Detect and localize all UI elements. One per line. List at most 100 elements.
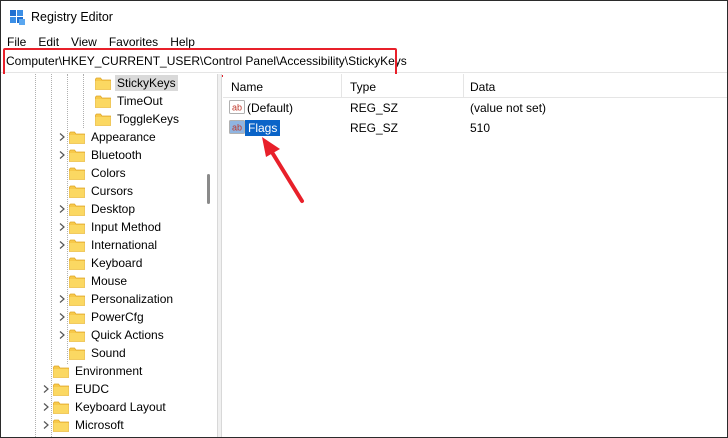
tree-node-timeout[interactable]: TimeOut — [83, 92, 165, 110]
tree-node-label: Microsoft — [75, 418, 124, 432]
tree-node-label: Colors — [91, 166, 126, 180]
tree-node-powercfg[interactable]: PowerCfg — [57, 308, 146, 326]
column-header-data[interactable]: Data — [470, 80, 495, 94]
window-title: Registry Editor — [31, 10, 113, 24]
value-type: REG_SZ — [350, 121, 399, 135]
folder-icon — [53, 419, 69, 432]
value-row-default[interactable]: ab (Default) REG_SZ (value not set) — [223, 99, 727, 117]
value-data: 510 — [470, 121, 491, 135]
tree-node-input-method[interactable]: Input Method — [57, 218, 163, 236]
folder-icon — [69, 257, 85, 270]
chevron-right-icon[interactable] — [41, 398, 51, 416]
tree-node-personalization[interactable]: Personalization — [57, 290, 175, 308]
folder-icon — [95, 95, 111, 108]
chevron-right-icon[interactable] — [57, 146, 67, 164]
tree-node-international[interactable]: International — [57, 236, 159, 254]
key-tree-pane[interactable]: StickyKeys TimeOut ToggleKeys Appearance Blu… — [1, 74, 217, 437]
tree-node-desktop[interactable]: Desktop — [57, 200, 137, 218]
folder-icon — [69, 167, 85, 180]
tree-node-mouse[interactable]: Mouse — [57, 272, 129, 290]
folder-icon — [69, 185, 85, 198]
tree-node-label: EUDC — [75, 382, 110, 396]
column-separator[interactable] — [463, 74, 464, 98]
folder-icon — [69, 293, 85, 306]
tree-node-label: Keyboard — [91, 256, 143, 270]
tree-node-environment[interactable]: Environment — [41, 362, 144, 380]
tree-node-label: StickyKeys — [115, 75, 178, 91]
chevron-right-icon[interactable] — [41, 380, 51, 398]
tree-node-cursors[interactable]: Cursors — [57, 182, 135, 200]
folder-icon — [69, 329, 85, 342]
value-name[interactable]: (Default) — [247, 101, 293, 115]
folder-icon — [53, 383, 69, 396]
address-highlight-annotation — [3, 48, 397, 77]
tree-node-eudc[interactable]: EUDC — [41, 380, 111, 398]
tree-scrollbar-thumb[interactable] — [207, 174, 210, 204]
tree-node-keyboard-layout[interactable]: Keyboard Layout — [41, 398, 168, 416]
column-header-name[interactable]: Name — [231, 80, 263, 94]
tree-node-label: Desktop — [91, 202, 136, 216]
tree-node-label: PowerCfg — [91, 310, 144, 324]
tree-node-label: Keyboard Layout — [75, 400, 166, 414]
column-separator[interactable] — [341, 74, 342, 98]
string-value-icon: ab — [229, 100, 245, 114]
chevron-right-icon[interactable] — [57, 218, 67, 236]
value-data: (value not set) — [470, 101, 547, 115]
tree-node-stickykeys[interactable]: StickyKeys — [83, 74, 178, 92]
column-header-type[interactable]: Type — [350, 80, 376, 94]
tree-node-label: Bluetooth — [91, 148, 142, 162]
folder-icon — [69, 347, 85, 360]
tree-node-togglekeys[interactable]: ToggleKeys — [83, 110, 181, 128]
chevron-right-icon[interactable] — [57, 200, 67, 218]
folder-icon — [95, 113, 111, 126]
svg-text:ab: ab — [232, 103, 242, 113]
tree-node-keyboard[interactable]: Keyboard — [57, 254, 144, 272]
tree-node-label: Quick Actions — [91, 328, 164, 342]
chevron-right-icon[interactable] — [57, 326, 67, 344]
folder-icon — [69, 221, 85, 234]
chevron-right-icon[interactable] — [57, 128, 67, 146]
tree-node-label: TimeOut — [117, 94, 163, 108]
tree-node-label: Mouse — [91, 274, 128, 288]
tree-node-colors[interactable]: Colors — [57, 164, 128, 182]
tree-node-label: Environment — [75, 364, 143, 378]
folder-icon — [95, 77, 111, 90]
folder-icon — [69, 203, 85, 216]
svg-text:ab: ab — [232, 123, 242, 133]
tree-node-bluetooth[interactable]: Bluetooth — [57, 146, 144, 164]
folder-icon — [53, 401, 69, 414]
list-header: Name Type Data — [223, 74, 727, 98]
tree-node-label: Input Method — [91, 220, 162, 234]
tree-node-label: Cursors — [91, 184, 134, 198]
values-list-pane[interactable]: Name Type Data ab (Default) REG_SZ (value n… — [223, 74, 727, 437]
chevron-right-icon[interactable] — [57, 308, 67, 326]
folder-icon — [69, 131, 85, 144]
red-arrow-annotation — [262, 137, 304, 203]
title-bar: Registry Editor — [1, 1, 727, 33]
tree-node-appearance[interactable]: Appearance — [57, 128, 158, 146]
registry-editor-window: Registry Editor File Edit View Favorites Hel… — [0, 0, 728, 438]
tree-node-label: Appearance — [91, 130, 156, 144]
tree-node-sound[interactable]: Sound — [57, 344, 128, 362]
folder-icon — [69, 239, 85, 252]
tree-node-quick-actions[interactable]: Quick Actions — [57, 326, 166, 344]
chevron-right-icon[interactable] — [41, 416, 51, 434]
chevron-right-icon[interactable] — [57, 236, 67, 254]
string-value-icon: ab — [229, 120, 245, 134]
chevron-right-icon[interactable] — [57, 290, 67, 308]
tree-node-label: Sound — [91, 346, 126, 360]
tree-node-label: ToggleKeys — [117, 112, 180, 126]
tree-node-microsoft[interactable]: Microsoft — [41, 416, 126, 434]
tree-node-label: Personalization — [91, 292, 174, 306]
pane-splitter[interactable] — [217, 74, 222, 437]
tree-node-label: International — [91, 238, 158, 252]
folder-icon — [53, 365, 69, 378]
tree-guide-line — [35, 74, 36, 437]
